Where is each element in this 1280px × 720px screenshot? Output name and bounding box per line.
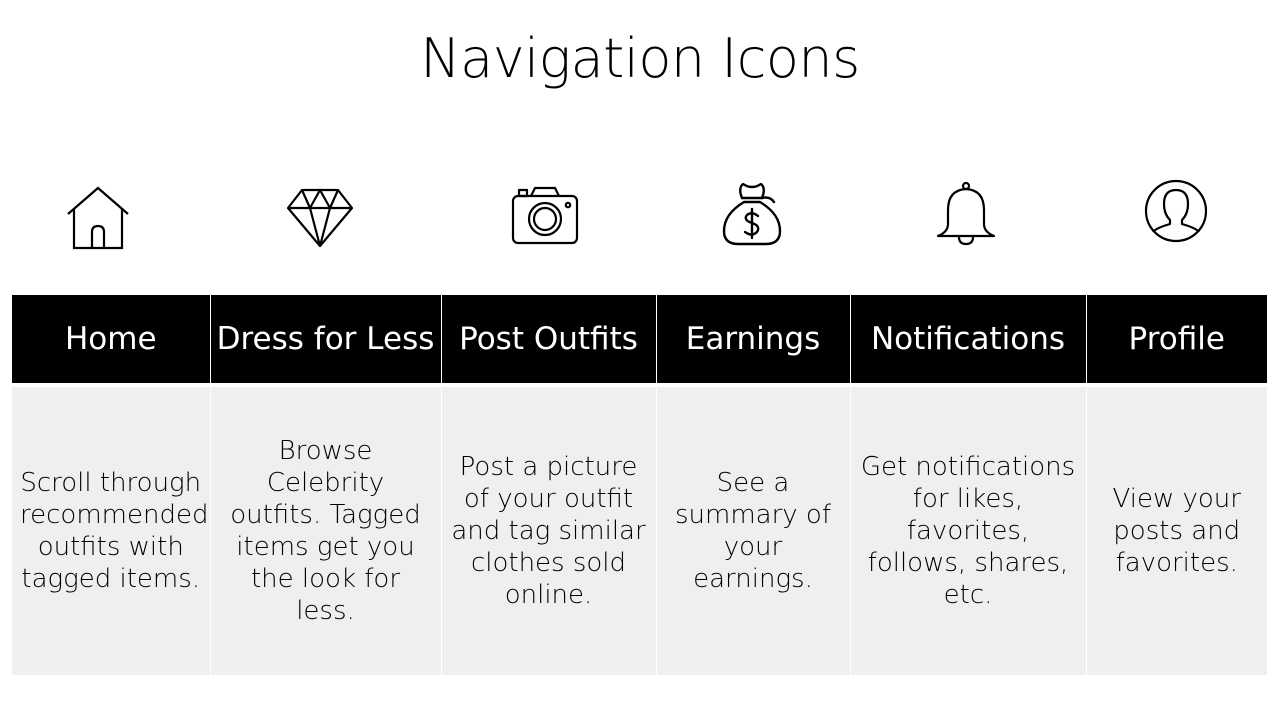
header-profile: Profile (1086, 295, 1267, 385)
description-dress-for-less: Browse Celebrity outfits. Tagged items g… (210, 383, 442, 675)
home-icon (58, 176, 138, 256)
bell-icon (926, 176, 1006, 256)
header-dress-for-less: Dress for Less (210, 295, 442, 385)
description-post-outfits: Post a picture of your outfit and tag si… (441, 383, 657, 675)
navigation-table: Home Dress for Less Post Outfits Earning… (12, 295, 1267, 675)
money-bag-icon (712, 176, 792, 256)
description-home: Scroll through recommended outfits with … (12, 383, 211, 675)
header-post-outfits: Post Outfits (441, 295, 657, 385)
description-row: Scroll through recommended outfits with … (12, 383, 1267, 675)
page-title: Navigation Icons (420, 27, 860, 90)
profile-icon (1136, 176, 1216, 256)
header-earnings: Earnings (656, 295, 851, 385)
description-notifications: Get notifications for likes, favorites, … (850, 383, 1087, 675)
camera-icon (505, 176, 585, 256)
header-row: Home Dress for Less Post Outfits Earning… (12, 295, 1267, 385)
description-earnings: See a summary of your earnings. (656, 383, 851, 675)
header-notifications: Notifications (850, 295, 1087, 385)
diamond-icon (280, 176, 360, 256)
description-profile: View your posts and favorites. (1086, 383, 1267, 675)
header-home: Home (12, 295, 211, 385)
